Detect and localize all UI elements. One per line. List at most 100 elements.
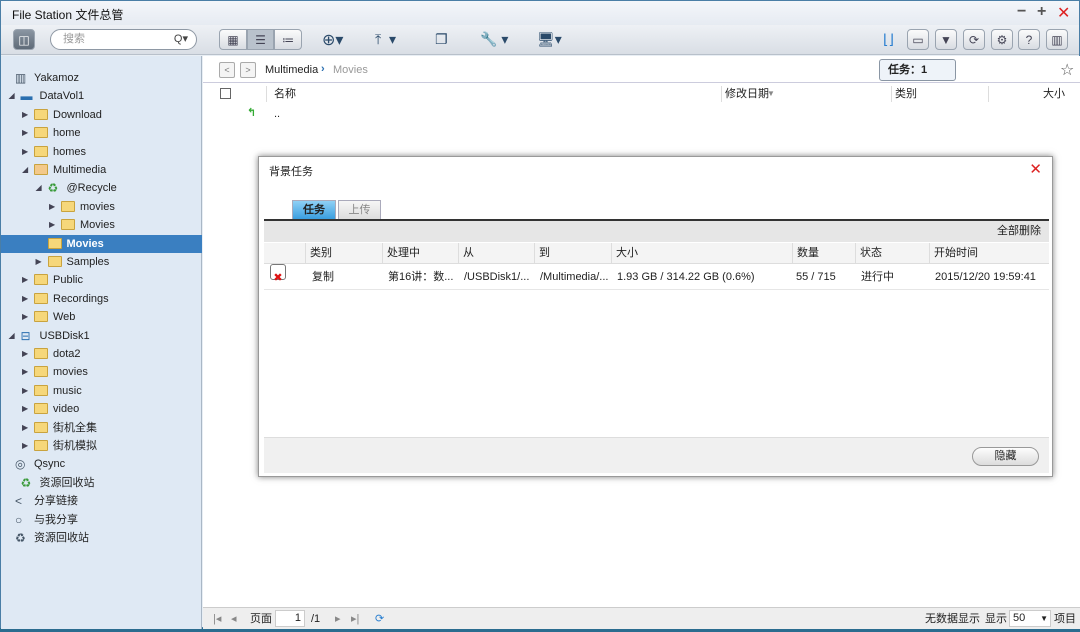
- help-button[interactable]: ?: [1018, 29, 1040, 50]
- expand-arrow-icon[interactable]: ▶: [22, 271, 28, 289]
- tree-item[interactable]: ◎ Qsync: [1, 455, 202, 473]
- cancel-task-icon[interactable]: ✖: [270, 264, 286, 284]
- collapse-arrow-icon[interactable]: ◢: [9, 327, 15, 345]
- maximize-button[interactable]: +: [1037, 3, 1046, 21]
- refresh-button[interactable]: ⟳: [963, 29, 985, 50]
- expand-arrow-icon[interactable]: ▶: [22, 106, 28, 124]
- task-column-header[interactable]: 类别: [310, 243, 332, 264]
- tab-upload[interactable]: 上传: [338, 200, 381, 219]
- delete-all-button[interactable]: 全部删除: [997, 225, 1041, 237]
- panel-button[interactable]: ▥: [1046, 29, 1068, 50]
- per-page-select[interactable]: 50 ▼: [1009, 610, 1051, 627]
- filter-button[interactable]: ▼: [935, 29, 957, 50]
- expand-arrow-icon[interactable]: ▶: [22, 363, 28, 381]
- column-name[interactable]: 名称: [274, 84, 296, 104]
- tree-item[interactable]: ▶ Public: [1, 271, 202, 289]
- tree-item[interactable]: ▶ homes: [1, 143, 202, 161]
- expand-arrow-icon[interactable]: ▶: [22, 308, 28, 326]
- task-column-header[interactable]: 数量: [797, 243, 819, 264]
- tree-item[interactable]: ▶ movies: [1, 198, 202, 216]
- tree-item[interactable]: ▥ Yakamoz: [1, 69, 202, 87]
- tree-item[interactable]: ▶ music: [1, 382, 202, 400]
- back-button[interactable]: <: [219, 62, 235, 78]
- tools-icon[interactable]: 🔧 ▾: [480, 31, 508, 48]
- expand-arrow-icon[interactable]: ▶: [49, 216, 55, 234]
- expand-arrow-icon[interactable]: ▶: [22, 143, 28, 161]
- column-size[interactable]: 大小: [1043, 84, 1065, 104]
- tree-item[interactable]: ○ 与我分享: [1, 511, 202, 529]
- select-all-checkbox[interactable]: [220, 88, 231, 99]
- page-input[interactable]: 1: [275, 610, 305, 627]
- tree-item[interactable]: ▶ video: [1, 400, 202, 418]
- forward-button[interactable]: >: [240, 62, 256, 78]
- expand-arrow-icon[interactable]: ▶: [22, 437, 28, 455]
- close-window-button[interactable]: ✕: [1057, 3, 1070, 23]
- tree-item[interactable]: ▶ Samples: [1, 253, 202, 271]
- tree-item[interactable]: ♻ 资源回收站: [1, 474, 202, 492]
- expand-arrow-icon[interactable]: ▶: [22, 345, 28, 363]
- refresh-icon[interactable]: ⟳: [375, 608, 384, 630]
- expand-arrow-icon[interactable]: ▶: [22, 419, 28, 437]
- tree-item[interactable]: ◢ ⊟ USBDisk1: [1, 327, 202, 345]
- tree-item[interactable]: ◢ ▬ DataVol1: [1, 87, 202, 105]
- prev-page-button[interactable]: ◂: [231, 608, 237, 630]
- tree-item[interactable]: ◢ ♻ @Recycle: [1, 179, 202, 197]
- tree-item[interactable]: ▶ Download: [1, 106, 202, 124]
- favorite-star-icon[interactable]: ☆: [1060, 60, 1074, 80]
- tree-item[interactable]: ▶ movies: [1, 363, 202, 381]
- collapse-arrow-icon[interactable]: ◢: [22, 161, 28, 179]
- task-column-header[interactable]: 大小: [616, 243, 638, 264]
- expand-arrow-icon[interactable]: ▶: [22, 400, 28, 418]
- expand-arrow-icon[interactable]: ▶: [36, 253, 42, 271]
- remote-mount-icon[interactable]: 🖥▾: [537, 31, 562, 48]
- tree-item[interactable]: ♻ 资源回收站: [1, 529, 202, 547]
- tree-item[interactable]: ▶ Recordings: [1, 290, 202, 308]
- upload-icon[interactable]: ⤒ ▾: [375, 31, 396, 48]
- tab-tasks[interactable]: 任务: [292, 200, 336, 219]
- copy-icon[interactable]: ❐: [435, 31, 448, 48]
- column-type[interactable]: 类别: [895, 84, 917, 104]
- tree-item[interactable]: < 分享链接: [1, 492, 202, 510]
- task-column-header[interactable]: 到: [539, 243, 550, 264]
- column-modified[interactable]: 修改日期: [725, 84, 769, 104]
- folder-icon: [34, 311, 48, 323]
- file-row-parent[interactable]: ↰ ..: [203, 106, 1080, 124]
- media-button[interactable]: ▭: [907, 29, 929, 50]
- task-column-header[interactable]: 处理中: [387, 243, 420, 264]
- tree-item-label: Movies: [80, 219, 115, 232]
- expand-arrow-icon[interactable]: ▶: [22, 290, 28, 308]
- toggle-sidebar-button[interactable]: ◫: [13, 29, 35, 50]
- detail-view-button[interactable]: ≔: [274, 29, 302, 50]
- collapse-arrow-icon[interactable]: ◢: [9, 87, 15, 105]
- expand-arrow-icon[interactable]: ▶: [49, 198, 55, 216]
- tree-item[interactable]: ▶ Movies: [1, 216, 202, 234]
- expand-arrow-icon[interactable]: ▶: [22, 124, 28, 142]
- tree-item[interactable]: ▶ home: [1, 124, 202, 142]
- search-input[interactable]: 搜索 Q▾: [50, 29, 197, 50]
- dialog-close-icon[interactable]: ✕: [1029, 160, 1042, 178]
- background-tasks-icon[interactable]: ⌊⌋: [883, 31, 894, 48]
- next-page-button[interactable]: ▸: [335, 608, 341, 630]
- tree-item[interactable]: ◢ Multimedia: [1, 161, 202, 179]
- expand-arrow-icon[interactable]: ▶: [22, 382, 28, 400]
- tree-item[interactable]: ▶ 街机全集: [1, 419, 202, 437]
- list-view-button[interactable]: ☰: [247, 29, 274, 50]
- task-column-header[interactable]: 状态: [860, 243, 882, 264]
- tree-item[interactable]: ▶ 街机模拟: [1, 437, 202, 455]
- first-page-button[interactable]: |◂: [213, 608, 221, 630]
- tree-item[interactable]: ▶ Web: [1, 308, 202, 326]
- task-column-header[interactable]: 从: [463, 243, 474, 264]
- settings-button[interactable]: ⚙: [991, 29, 1013, 50]
- thumbnail-view-button[interactable]: ▦: [219, 29, 247, 50]
- tree-item[interactable]: Movies: [1, 234, 202, 253]
- pagination-bar: |◂ ◂ 页面 1 /1 ▸ ▸| ⟳ 无数据显示 显示 50 ▼ 项目: [203, 607, 1080, 629]
- last-page-button[interactable]: ▸|: [351, 608, 359, 630]
- breadcrumb-parent[interactable]: Multimedia: [265, 64, 318, 76]
- collapse-arrow-icon[interactable]: ◢: [36, 179, 42, 197]
- task-column-header[interactable]: 开始时间: [934, 243, 978, 264]
- minimize-button[interactable]: −: [1017, 3, 1026, 21]
- search-icon[interactable]: Q▾: [174, 30, 188, 49]
- hide-button[interactable]: 隐藏: [972, 447, 1039, 466]
- tree-item[interactable]: ▶ dota2: [1, 345, 202, 363]
- create-folder-icon[interactable]: ⊕▾: [322, 30, 343, 50]
